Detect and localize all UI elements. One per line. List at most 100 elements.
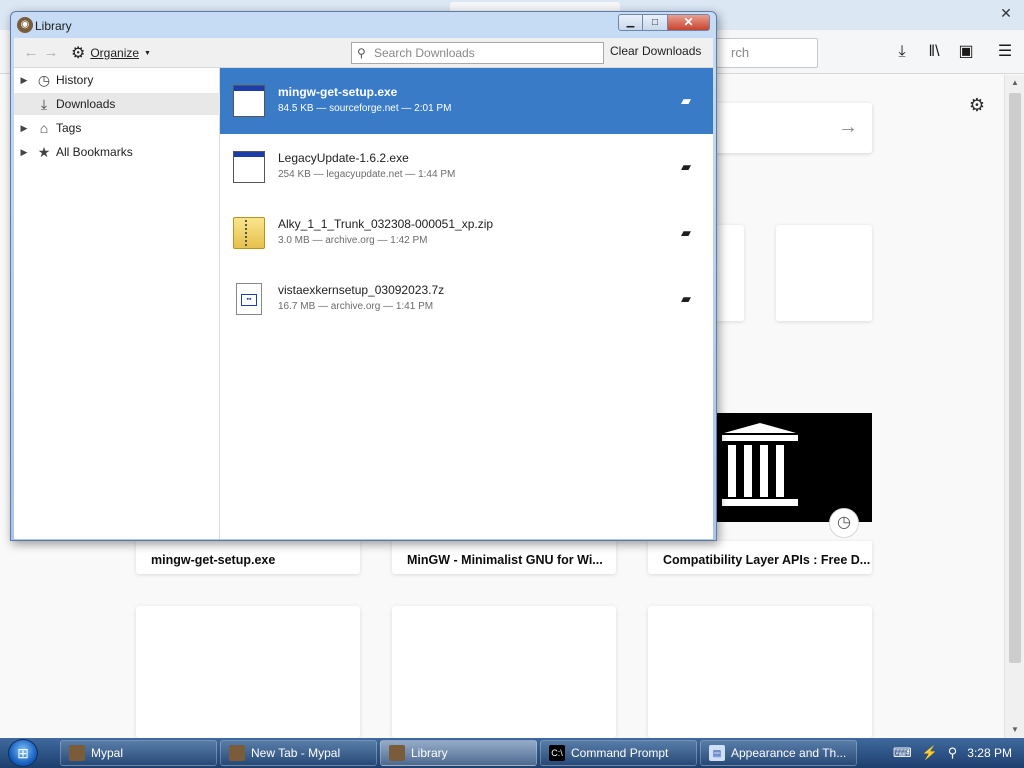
scrollbar-thumb[interactable] <box>1009 93 1021 663</box>
clock-icon: ◷ <box>37 71 51 88</box>
download-item[interactable]: mingw-get-setup.exe 84.5 KB — sourceforg… <box>220 68 713 134</box>
download-item[interactable]: LegacyUpdate-1.6.2.exe 254 KB — legacyup… <box>220 134 713 200</box>
highlight-card[interactable]: MinGW - Minimalist GNU for Wi... <box>392 541 616 574</box>
sidebar-item-history[interactable]: ▶ ◷ History <box>14 69 220 91</box>
sidebar-item-all-bookmarks[interactable]: ▶ ★ All Bookmarks <box>14 141 220 163</box>
network-icon[interactable]: ⚡ <box>922 745 938 761</box>
download-filename: vistaexkernsetup_03092023.7z <box>278 283 445 297</box>
download-item[interactable]: ▪▪ vistaexkernsetup_03092023.7z 16.7 MB … <box>220 266 713 332</box>
window-title: Library <box>35 19 72 33</box>
zip-file-icon <box>233 217 265 249</box>
open-folder-icon[interactable]: ▰ <box>675 158 697 176</box>
organize-menu-button[interactable]: ⚙ Organize ▼ <box>71 44 151 62</box>
search-icon: ⚲ <box>357 46 366 60</box>
close-button[interactable]: ✕ <box>668 14 710 31</box>
maximize-button[interactable]: □ <box>643 14 668 31</box>
download-filename: LegacyUpdate-1.6.2.exe <box>278 151 409 165</box>
empty-highlight-tile <box>648 606 872 738</box>
download-icon: ⤓ <box>40 95 48 112</box>
download-meta: 16.7 MB — archive.org — 1:41 PM <box>278 301 434 312</box>
clear-downloads-button[interactable]: Clear Downloads <box>610 44 701 58</box>
dropdown-caret-icon: ▼ <box>144 49 151 57</box>
expand-arrow-icon[interactable]: ▶ <box>14 75 34 86</box>
minimize-button[interactable]: ▁ <box>618 14 643 31</box>
taskbar-button-new-tab[interactable]: New Tab - Mypal <box>220 740 377 766</box>
downloads-toolbar-icon[interactable]: ⤓ <box>892 42 912 62</box>
system-tray: ⌨ ⚡ ⚲ 3:28 PM <box>893 738 1024 768</box>
download-filename: Alky_1_1_Trunk_032308-000051_xp.zip <box>278 217 494 231</box>
taskbar-button-label: New Tab - Mypal <box>251 746 341 760</box>
empty-highlight-tile <box>136 606 360 738</box>
scroll-down-icon[interactable]: ▼ <box>1005 722 1024 738</box>
taskbar: ⊞ Mypal New Tab - Mypal Library C:\ Comm… <box>0 738 1024 768</box>
clock-icon: ◷ <box>829 508 859 538</box>
library-toolbar-icon[interactable]: ‖\ <box>924 42 944 62</box>
archive-org-thumbnail[interactable] <box>716 413 872 522</box>
keyboard-icon[interactable]: ⌨ <box>893 745 912 761</box>
search-icon[interactable]: ⚲ <box>948 745 958 761</box>
taskbar-button-library[interactable]: Library <box>380 740 537 766</box>
top-site-tile[interactable] <box>776 225 872 321</box>
taskbar-button-label: Library <box>411 746 448 760</box>
taskbar-button-command-prompt[interactable]: C:\ Command Prompt <box>540 740 697 766</box>
taskbar-button-mypal[interactable]: Mypal <box>60 740 217 766</box>
star-icon: ★ <box>37 143 51 160</box>
taskbar-button-label: Mypal <box>91 746 124 760</box>
sidebar-item-downloads[interactable]: ⤓ Downloads <box>14 93 220 115</box>
open-folder-icon[interactable]: ▰ <box>675 224 697 242</box>
window-controls: ▁ □ ✕ <box>618 14 710 31</box>
sidebar-item-tags[interactable]: ▶ ⌂ Tags <box>14 117 220 139</box>
page-scrollbar[interactable]: ▲ ▼ <box>1004 75 1024 738</box>
7z-file-icon: ▪▪ <box>236 283 262 315</box>
search-placeholder: Search Downloads <box>374 46 475 60</box>
exe-file-icon <box>233 151 265 183</box>
top-site-tile[interactable] <box>716 225 744 321</box>
clock[interactable]: 3:28 PM <box>967 746 1012 760</box>
empty-highlight-tile <box>392 606 616 738</box>
highlight-card[interactable]: Compatibility Layer APIs : Free D... <box>648 541 872 574</box>
newtab-settings-gear-icon[interactable]: ⚙ <box>966 94 988 116</box>
library-toolbar: ← → ⚙ Organize ▼ ⚲ Search Downloads Clea… <box>14 38 713 68</box>
menu-hamburger-icon[interactable]: ☰ <box>995 42 1015 62</box>
mypal-app-icon <box>389 745 405 761</box>
forward-arrow-icon[interactable]: → <box>42 44 60 62</box>
expand-arrow-icon[interactable]: ▶ <box>14 147 34 158</box>
mypal-app-icon: ◉ <box>17 17 33 33</box>
newtab-search-box[interactable]: → <box>700 103 872 153</box>
downloads-list: mingw-get-setup.exe 84.5 KB — sourceforg… <box>220 68 713 539</box>
terminal-icon: C:\ <box>549 745 565 761</box>
taskbar-button-label: Command Prompt <box>571 746 669 760</box>
mypal-app-icon <box>69 745 85 761</box>
browser-close-icon[interactable]: ✕ <box>998 5 1014 21</box>
search-downloads-input[interactable]: ⚲ Search Downloads <box>351 42 604 64</box>
sidebar-item-label: All Bookmarks <box>56 145 133 159</box>
gear-icon: ⚙ <box>71 45 86 62</box>
highlight-title: mingw-get-setup.exe <box>151 553 276 567</box>
taskbar-button-label: Appearance and Th... <box>731 746 847 760</box>
scroll-up-icon[interactable]: ▲ <box>1005 75 1024 91</box>
sidebar-item-label: History <box>56 73 94 87</box>
highlight-card[interactable]: mingw-get-setup.exe <box>136 541 360 574</box>
download-filename: mingw-get-setup.exe <box>278 85 398 99</box>
tag-icon: ⌂ <box>39 120 49 136</box>
open-folder-icon[interactable]: ▰ <box>675 92 697 110</box>
browser-search-input[interactable]: rch <box>700 38 818 68</box>
start-button[interactable]: ⊞ <box>8 739 38 767</box>
exe-file-icon <box>233 85 265 117</box>
download-meta: 254 KB — legacyupdate.net — 1:44 PM <box>278 169 456 180</box>
expand-arrow-icon[interactable]: ▶ <box>14 123 34 134</box>
mypal-app-icon <box>229 745 245 761</box>
sidebar-item-label: Tags <box>56 121 82 135</box>
taskbar-button-appearance[interactable]: ▤ Appearance and Th... <box>700 740 857 766</box>
search-go-arrow-icon[interactable]: → <box>838 116 858 139</box>
highlight-title: Compatibility Layer APIs : Free D... <box>663 553 871 567</box>
download-meta: 84.5 KB — sourceforge.net — 2:01 PM <box>278 103 452 114</box>
sidebar-toolbar-icon[interactable]: ▣ <box>956 42 976 62</box>
open-folder-icon[interactable]: ▰ <box>675 290 697 308</box>
highlight-title: MinGW - Minimalist GNU for Wi... <box>407 553 603 567</box>
back-arrow-icon[interactable]: ← <box>22 44 40 62</box>
control-panel-icon: ▤ <box>709 745 725 761</box>
download-item[interactable]: Alky_1_1_Trunk_032308-000051_xp.zip 3.0 … <box>220 200 713 266</box>
library-sidebar: ▶ ◷ History ⤓ Downloads ▶ ⌂ Tags ▶ ★ All… <box>14 68 220 539</box>
archive-columns-icon <box>722 423 798 506</box>
